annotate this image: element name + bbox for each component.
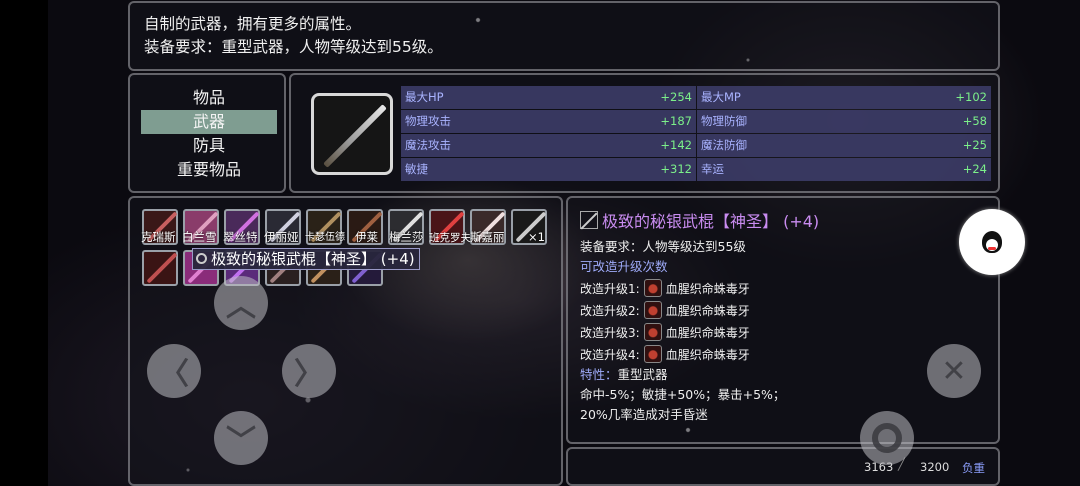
confirm-button[interactable] — [860, 411, 914, 465]
weapon-stats-panel: 最大HP +254 最大MP +102 物理攻击 +187 物理防御 +58 魔法攻击 +… — [289, 73, 1000, 193]
stat-magic-attack: 魔法攻击 +142 — [401, 134, 696, 157]
upgrade-row: 改造升级4: 血腥织命蛛毒牙 — [580, 343, 986, 365]
dpad-left-button[interactable]: 〈 — [147, 344, 201, 398]
slot-label: 伊丽娅 — [264, 230, 299, 244]
fang-icon — [643, 279, 662, 297]
description-line-2: 装备要求：重型武器，人物等级达到55级。 — [144, 38, 443, 56]
category-armor[interactable]: 防具 — [141, 134, 277, 158]
slot-count: ×1 — [528, 230, 545, 244]
dpad-up-button[interactable]: ︿ — [214, 276, 268, 330]
dpad-down-button[interactable]: ﹀ — [214, 411, 268, 465]
slot-label: 白兰雪 — [182, 230, 217, 244]
category-weapons[interactable]: 武器 — [141, 110, 277, 134]
stat-max-hp: 最大HP +254 — [401, 86, 696, 109]
stat-agility: 敏捷 +312 — [401, 158, 696, 181]
chevron-down-icon: ﹀ — [226, 424, 256, 459]
close-icon: ✕ — [941, 353, 967, 389]
category-key-items[interactable]: 重要物品 — [141, 158, 277, 182]
slot-label: 克瑞斯 — [141, 230, 176, 244]
effects-line-1: 命中-5%；敏捷+50%；暴击+5%； — [580, 387, 786, 402]
weapon-inventory-panel: 克瑞斯 白兰雪 翠丝特 伊丽娅 卡瑟伍德 伊莱 梅兰莎 班克罗夫 斯嘉丽 ×1 — [128, 196, 563, 486]
chevron-left-icon: 〈 — [159, 357, 189, 392]
upgrade-row: 改造升级3: 血腥织命蛛毒牙 — [580, 321, 986, 343]
item-detail-panel: 极致的秘银武棍【神圣】 (+4) 装备要求：人物等级达到55级 可改造升级次数 … — [566, 196, 1000, 444]
fang-icon — [643, 301, 662, 319]
category-items[interactable]: 物品 — [141, 86, 277, 110]
slot-label: 翠丝特 — [223, 230, 258, 244]
chevron-up-icon: ︿ — [226, 289, 256, 324]
item-hover-tooltip: 极致的秘银武棍【神圣】 (+4) — [192, 248, 420, 270]
slot-label: 斯嘉丽 — [470, 230, 505, 244]
slot-label: 伊莱 — [355, 230, 378, 244]
effects-line-2: 20%几率造成对手昏迷 — [580, 407, 708, 422]
upgrade-count-text: 可改造升级次数 — [580, 259, 668, 274]
staff-icon — [580, 211, 598, 229]
slot-label: 卡瑟伍德 — [305, 232, 345, 243]
requirement-text: 装备要求：人物等级达到55级 — [580, 239, 746, 254]
weapon-slot[interactable] — [142, 250, 178, 286]
stat-physical-attack: 物理攻击 +187 — [401, 110, 696, 133]
close-button[interactable]: ✕ — [927, 344, 981, 398]
weight-label: 负重 — [962, 461, 985, 475]
category-panel: 物品 武器 防具 重要物品 — [128, 73, 286, 193]
fang-icon — [643, 345, 662, 363]
description-line-1: 自制的武器，拥有更多的属性。 — [144, 15, 362, 33]
upgrade-row: 改造升级1: 血腥织命蛛毒牙 — [580, 277, 986, 299]
stat-max-mp: 最大MP +102 — [697, 86, 991, 109]
trait-line: 特性：重型武器 — [580, 367, 668, 382]
circle-icon — [872, 423, 902, 453]
item-title: 极致的秘银武棍【神圣】 (+4) — [580, 208, 986, 232]
stat-physical-defense: 物理防御 +58 — [697, 110, 991, 133]
stat-magic-defense: 魔法防御 +25 — [697, 134, 991, 157]
tooltip-text: 极致的秘银武棍【神圣】 (+4) — [211, 250, 415, 268]
slot-label: 梅兰莎 — [389, 230, 424, 244]
fang-icon — [643, 323, 662, 341]
dpad-right-button[interactable]: 〉 — [282, 344, 336, 398]
qq-float-button[interactable] — [959, 209, 1025, 275]
tooltip-icon — [196, 253, 207, 264]
stat-luck: 幸运 +24 — [697, 158, 991, 181]
upgrade-row: 改造升级2: 血腥织命蛛毒牙 — [580, 299, 986, 321]
weight-bar: 3163 ╱ 3200 负重 — [566, 447, 1000, 486]
left-screen-edge — [0, 0, 48, 486]
weight-max: 3200 — [920, 460, 950, 474]
penguin-icon — [982, 231, 1002, 253]
chevron-right-icon: 〉 — [294, 357, 324, 392]
item-description-panel: 自制的武器，拥有更多的属性。 装备要求：重型武器，人物等级达到55级。 — [128, 1, 1000, 71]
slot-label: 班克罗夫 — [429, 232, 471, 244]
weapon-large-icon — [311, 93, 393, 175]
